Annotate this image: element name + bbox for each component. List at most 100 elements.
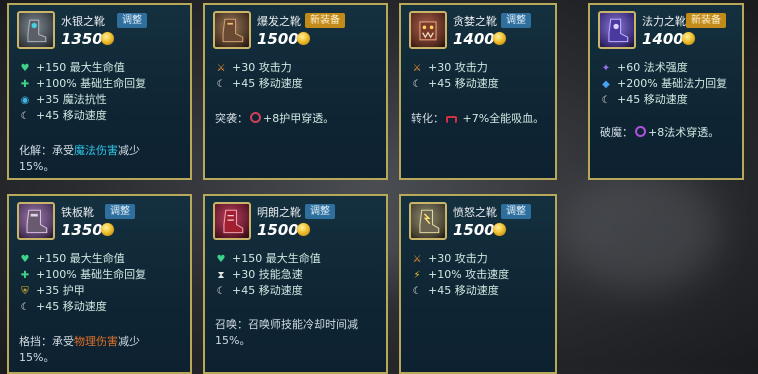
passive-highlight: 物理伤害	[74, 335, 118, 348]
attack-damage-icon: ⚔	[412, 63, 422, 74]
stat-row: ⚔ +30 攻击力	[411, 60, 549, 76]
new-item-badge: 新装备	[686, 13, 726, 28]
passive-line2: 15%。	[215, 334, 251, 347]
stat-row: ◆ +200% 基础法力回复	[600, 76, 736, 92]
stat-text: +45 移动速度	[232, 77, 303, 90]
move-speed-icon: ☾	[216, 286, 226, 297]
stat-text: +30 技能急速	[232, 268, 303, 281]
passive-description: 破魔： +8法术穿透。	[600, 125, 736, 141]
stat-text: +100% 基础生命回复	[36, 268, 147, 281]
passive-line2: 15%。	[19, 160, 55, 173]
passive-suffix: 减少	[118, 144, 140, 157]
passive-line2: 15%。	[19, 351, 55, 364]
gold-coin-icon	[297, 32, 310, 45]
stat-row: ♥ +150 最大生命值	[19, 251, 184, 267]
move-speed-icon: ☾	[20, 111, 30, 122]
passive-description: 召唤：召唤师技能冷却时间减 15%。	[215, 317, 380, 349]
passive-highlight: 魔法伤害	[74, 144, 118, 157]
stat-row: ⛨ +35 护甲	[19, 283, 184, 299]
passive-prefix: 突袭：	[215, 112, 248, 125]
stat-row: ☾ +45 移动速度	[411, 283, 549, 299]
item-name: 铁板靴	[61, 206, 94, 219]
item-price: 1350	[61, 221, 103, 239]
stat-list: ⚔ +30 攻击力 ⚡ +10% 攻击速度 ☾ +45 移动速度	[411, 251, 549, 299]
stat-text: +30 攻击力	[428, 252, 488, 265]
gold-coin-icon	[493, 32, 506, 45]
stat-list: ♥ +150 最大生命值 ⧗ +30 技能急速 ☾ +45 移动速度	[215, 251, 380, 299]
item-card-burst-boots[interactable]: 爆发之靴 新装备 1500 ⚔ +30 攻击力 ☾ +45 移动速度 突袭： +8护甲…	[203, 3, 388, 180]
stat-list: ♥ +150 最大生命值 ✚ +100% 基础生命回复 ◉ +35 魔法抗性 ☾ +45…	[19, 60, 184, 124]
fury-boots-icon	[409, 202, 447, 240]
item-card-mana-boots[interactable]: 法力之靴 新装备 1400 ✦ +60 法术强度 ◆ +200% 基础法力回复 ☾ +…	[588, 3, 744, 180]
stat-text: +45 移动速度	[36, 109, 107, 122]
move-speed-icon: ☾	[412, 79, 422, 90]
passive-prefix: 破魔：	[600, 126, 633, 139]
passive-suffix: 减少	[118, 335, 140, 348]
gold-coin-icon	[682, 32, 695, 45]
item-price: 1350	[61, 30, 103, 48]
stat-text: +150 最大生命值	[36, 252, 125, 265]
move-speed-icon: ☾	[20, 302, 30, 313]
passive-value: +8护甲穿透。	[263, 112, 335, 125]
item-card-fury-boots[interactable]: 愤怒之靴 调整 1500 ⚔ +30 攻击力 ⚡ +10% 攻击速度 ☾ +45 移动…	[399, 194, 557, 374]
attack-damage-icon: ⚔	[216, 63, 226, 74]
passive-prefix: 化解：承受	[19, 144, 74, 157]
stat-list: ✦ +60 法术强度 ◆ +200% 基础法力回复 ☾ +45 移动速度	[600, 60, 736, 108]
gold-coin-icon	[297, 223, 310, 236]
stat-row: ☾ +45 移动速度	[411, 76, 549, 92]
passive-value: +8法术穿透。	[648, 126, 720, 139]
item-name: 水银之靴	[61, 15, 105, 28]
background-blur	[560, 170, 720, 290]
greed-boots-icon	[409, 11, 447, 49]
attack-damage-icon: ⚔	[412, 254, 422, 265]
passive-prefix: 召唤：召唤师技能冷却时间减	[215, 318, 358, 331]
item-name: 明朗之靴	[257, 206, 301, 219]
item-price: 1400	[453, 30, 495, 48]
stat-text: +35 魔法抗性	[36, 93, 107, 106]
item-price: 1500	[453, 221, 495, 239]
stat-row: ⚡ +10% 攻击速度	[411, 267, 549, 283]
stat-text: +30 攻击力	[232, 61, 292, 74]
item-card-lucidity-boots[interactable]: 明朗之靴 调整 1500 ♥ +150 最大生命值 ⧗ +30 技能急速 ☾ +45 …	[203, 194, 388, 374]
stat-list: ⚔ +30 攻击力 ☾ +45 移动速度	[215, 60, 380, 92]
stat-row: ♥ +150 最大生命值	[19, 60, 184, 76]
mercury-boots-icon	[17, 11, 55, 49]
gold-coin-icon	[101, 223, 114, 236]
mana-boots-icon	[598, 11, 636, 49]
stat-text: +150 最大生命值	[232, 252, 321, 265]
gold-coin-icon	[101, 32, 114, 45]
item-card-mercury-boots[interactable]: 水银之靴 调整 1350 ♥ +150 最大生命值 ✚ +100% 基础生命回复 ◉…	[7, 3, 192, 180]
stat-row: ☾ +45 移动速度	[600, 92, 736, 108]
heart-icon: ♥	[216, 254, 226, 265]
stat-text: +200% 基础法力回复	[617, 77, 728, 90]
new-item-badge: 新装备	[305, 13, 345, 28]
item-price: 1500	[257, 30, 299, 48]
adjust-badge: 调整	[117, 13, 147, 28]
stat-row: ♥ +150 最大生命值	[215, 251, 380, 267]
health-regen-icon: ✚	[20, 270, 30, 281]
stat-text: +10% 攻击速度	[428, 268, 510, 281]
gold-coin-icon	[493, 223, 506, 236]
passive-prefix: 格挡：承受	[19, 335, 74, 348]
stat-row: ☾ +45 移动速度	[215, 76, 380, 92]
stat-row: ⚔ +30 攻击力	[411, 251, 549, 267]
item-card-plated-boots[interactable]: 铁板靴 调整 1350 ♥ +150 最大生命值 ✚ +100% 基础生命回复 ⛨ +…	[7, 194, 192, 374]
armor-pen-icon	[250, 112, 261, 123]
adjust-badge: 调整	[305, 204, 335, 219]
adjust-badge: 调整	[105, 204, 135, 219]
item-price: 1500	[257, 221, 299, 239]
stat-row: ☾ +45 移动速度	[19, 108, 184, 124]
item-card-greed-boots[interactable]: 贪婪之靴 调整 1400 ⚔ +30 攻击力 ☾ +45 移动速度 转化： +7%全…	[399, 3, 557, 180]
stat-row: ☾ +45 移动速度	[19, 299, 184, 315]
health-regen-icon: ✚	[20, 79, 30, 90]
ability-power-icon: ✦	[601, 63, 611, 74]
item-name: 爆发之靴	[257, 15, 301, 28]
stat-text: +45 移动速度	[232, 284, 303, 297]
stat-text: +45 移动速度	[428, 77, 499, 90]
omnivamp-icon	[446, 116, 457, 123]
stat-row: ⚔ +30 攻击力	[215, 60, 380, 76]
lucidity-boots-icon	[213, 202, 251, 240]
passive-prefix: 转化：	[411, 112, 444, 125]
stat-row: ✚ +100% 基础生命回复	[19, 76, 184, 92]
mana-regen-icon: ◆	[602, 79, 610, 90]
